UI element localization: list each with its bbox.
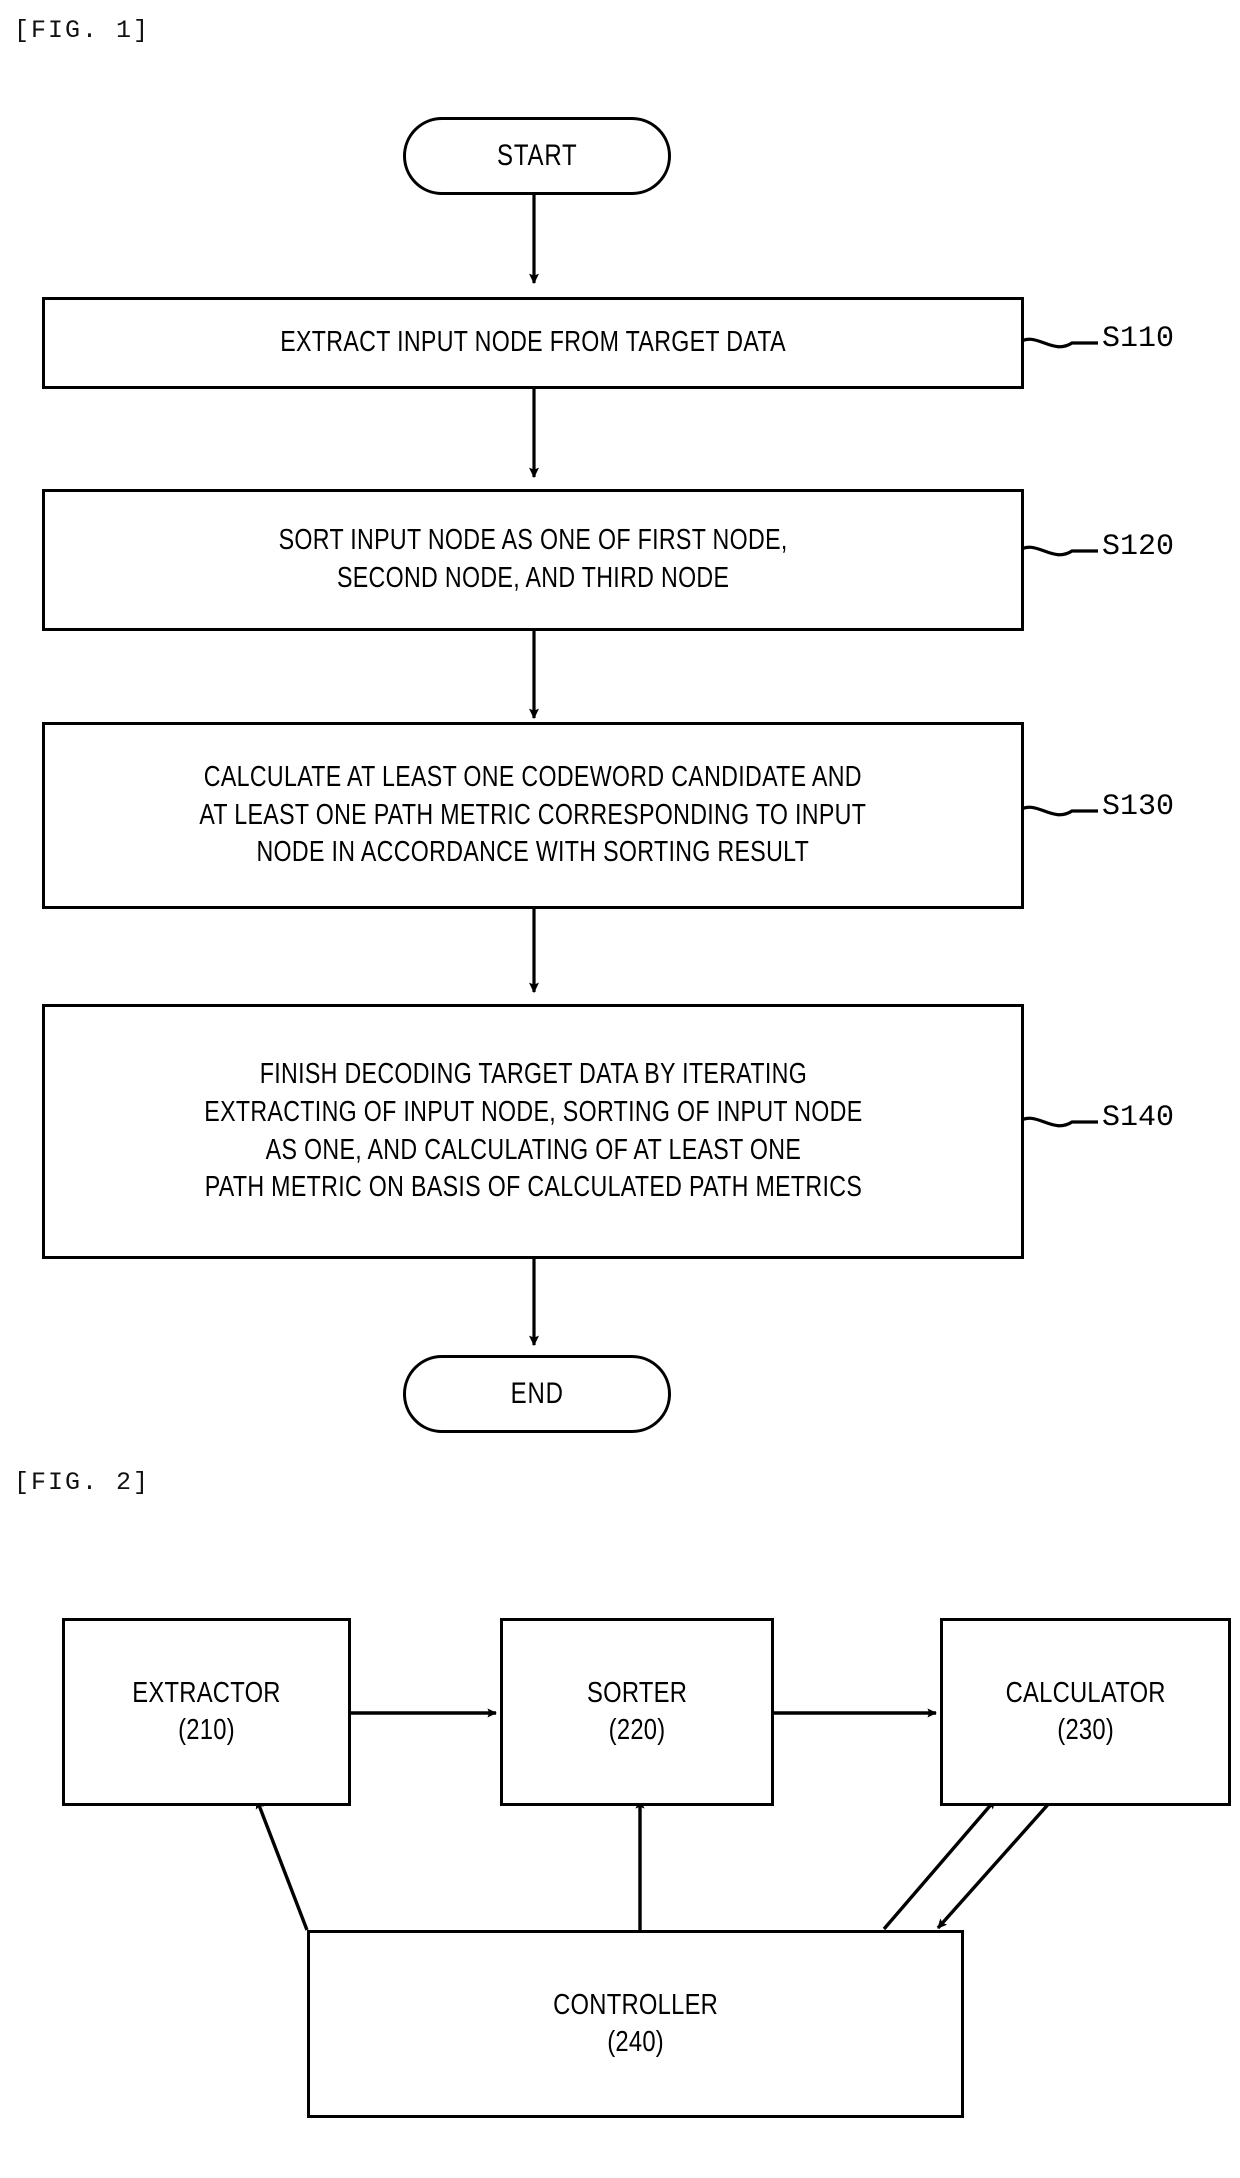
- block-sorter: SORTER (220): [500, 1618, 774, 1806]
- block-calculator-text: CALCULATOR (230): [1005, 1675, 1165, 1749]
- flowchart-step-s130-text: CALCULATE AT LEAST ONE CODEWORD CANDIDAT…: [199, 760, 867, 869]
- flowchart-start-node: START: [403, 117, 671, 195]
- block-controller-name: CONTROLLER: [552, 1988, 718, 2021]
- figure-1-label: [FIG. 1]: [14, 16, 151, 45]
- block-extractor-name: EXTRACTOR: [132, 1676, 281, 1709]
- block-controller-ref: (240): [607, 2026, 664, 2058]
- flowchart-step-s120: SORT INPUT NODE AS ONE OF FIRST NODE, SE…: [42, 489, 1024, 631]
- block-extractor-text: EXTRACTOR (210): [132, 1675, 280, 1749]
- block-controller: CONTROLLER (240): [307, 1930, 964, 2118]
- block-controller-text: CONTROLLER (240): [553, 1987, 718, 2061]
- flowchart-step-s130: CALCULATE AT LEAST ONE CODEWORD CANDIDAT…: [42, 722, 1024, 909]
- block-extractor-ref: (210): [178, 1714, 235, 1746]
- block-calculator: CALCULATOR (230): [940, 1618, 1231, 1806]
- flowchart-start-label: START: [496, 139, 578, 172]
- flowchart-step-s140-text: FINISH DECODING TARGET DATA BY ITERATING…: [203, 1058, 863, 1204]
- block-calculator-ref: (230): [1057, 1714, 1114, 1746]
- step-ref-s110: S110: [1102, 322, 1175, 356]
- flowchart-step-s110: EXTRACT INPUT NODE FROM TARGET DATA: [42, 297, 1024, 389]
- block-sorter-name: SORTER: [586, 1676, 688, 1709]
- figure-2-label: [FIG. 2]: [14, 1468, 151, 1497]
- flowchart-end-node: END: [403, 1355, 671, 1433]
- step-ref-s140: S140: [1102, 1101, 1175, 1135]
- flowchart-step-s140: FINISH DECODING TARGET DATA BY ITERATING…: [42, 1004, 1024, 1259]
- step-ref-s130: S130: [1102, 790, 1175, 824]
- flowchart-step-s120-text: SORT INPUT NODE AS ONE OF FIRST NODE, SE…: [278, 524, 788, 594]
- block-extractor: EXTRACTOR (210): [62, 1618, 351, 1806]
- step-ref-s120: S120: [1102, 530, 1175, 564]
- flowchart-step-s110-text: EXTRACT INPUT NODE FROM TARGET DATA: [280, 326, 786, 359]
- flowchart-end-label: END: [510, 1377, 564, 1410]
- block-calculator-name: CALCULATOR: [1005, 1676, 1166, 1709]
- block-sorter-text: SORTER (220): [587, 1675, 687, 1749]
- block-sorter-ref: (220): [608, 1714, 666, 1746]
